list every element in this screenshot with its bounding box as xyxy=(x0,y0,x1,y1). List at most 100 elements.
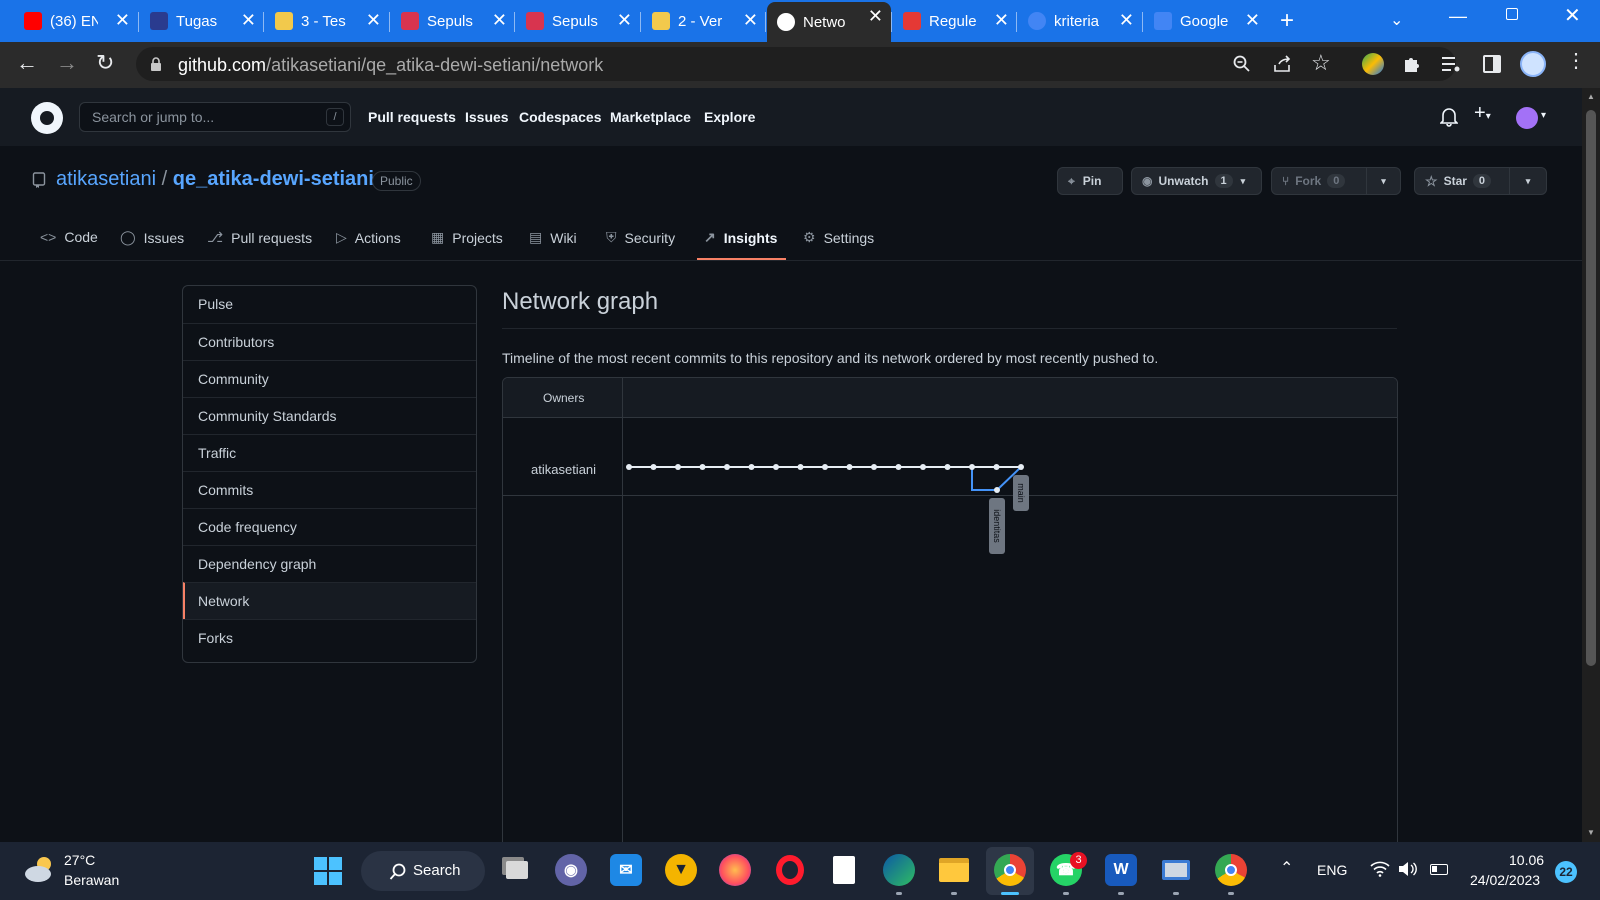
browser-tab[interactable]: kriteria ✕ xyxy=(1018,6,1142,36)
tab-settings[interactable]: ⚙ Settings xyxy=(803,229,874,246)
avatar-dropdown-caret-icon[interactable]: ▾ xyxy=(1541,110,1546,121)
github-logo-icon[interactable] xyxy=(31,102,63,134)
extension-icon[interactable] xyxy=(1362,53,1384,75)
commit-dot[interactable] xyxy=(1018,464,1024,470)
scroll-down-arrow-icon[interactable]: ▼ xyxy=(1587,828,1595,837)
tab-wiki[interactable]: ▤ Wiki xyxy=(529,229,577,246)
sidebar-item-network[interactable]: Network xyxy=(183,582,476,619)
bookmark-star-icon[interactable]: ☆ xyxy=(1311,50,1331,76)
word-icon[interactable]: W xyxy=(1105,854,1137,886)
weather-description[interactable]: Berawan xyxy=(64,872,119,888)
sidebar-item-forks[interactable]: Forks xyxy=(183,619,476,656)
close-tab-icon[interactable]: ✕ xyxy=(492,11,507,29)
vpn-shield-icon[interactable]: ▼ xyxy=(665,854,697,886)
tab-security[interactable]: ⛨ Security xyxy=(606,229,675,246)
commit-dot[interactable] xyxy=(748,464,755,470)
extensions-puzzle-icon[interactable] xyxy=(1402,54,1422,74)
create-new-plus-icon[interactable]: +▾ xyxy=(1474,103,1491,127)
close-tab-icon[interactable]: ✕ xyxy=(743,11,758,29)
sidebar-item-traffic[interactable]: Traffic xyxy=(183,434,476,471)
star-dropdown-button[interactable]: ▾ xyxy=(1509,167,1547,195)
sidebar-item-commits[interactable]: Commits xyxy=(183,471,476,508)
commit-dot[interactable] xyxy=(650,464,657,470)
windows-start-icon[interactable] xyxy=(313,856,343,886)
browser-tab[interactable]: Sepuls ✕ xyxy=(391,6,515,36)
sidebar-item-dependency-graph[interactable]: Dependency graph xyxy=(183,545,476,582)
profile-avatar[interactable] xyxy=(1520,51,1546,77)
weather-temperature[interactable]: 27°C xyxy=(64,852,95,868)
tab-issues[interactable]: ◯ Issues xyxy=(120,229,184,246)
back-arrow-icon[interactable]: ← xyxy=(16,52,38,74)
commit-dot[interactable] xyxy=(699,464,706,470)
commit-dot[interactable] xyxy=(773,464,779,470)
sidebar-item-community[interactable]: Community xyxy=(183,360,476,397)
sidebar-item-contributors[interactable]: Contributors xyxy=(183,323,476,360)
side-panel-icon[interactable] xyxy=(1483,55,1501,73)
unwatch-button[interactable]: ◉ Unwatch 1 ▾ xyxy=(1131,167,1262,195)
browser-tab[interactable]: Netwo ✕ xyxy=(767,2,891,42)
star-button[interactable]: ☆ Star 0 xyxy=(1414,167,1510,195)
user-avatar[interactable] xyxy=(1516,107,1538,129)
close-tab-icon[interactable]: ✕ xyxy=(1245,11,1260,29)
browser-tab[interactable]: Google ✕ xyxy=(1144,6,1268,36)
tab-pull-requests[interactable]: ⎇ Pull requests xyxy=(207,229,312,246)
browser-tab[interactable]: 3 - Tes ✕ xyxy=(265,6,389,36)
commit-dot[interactable] xyxy=(846,464,853,470)
nav-explore[interactable]: Explore xyxy=(704,109,755,125)
chrome-profile-icon[interactable] xyxy=(1215,854,1247,886)
browser-tab[interactable]: (36) EN ✕ xyxy=(14,6,138,36)
firefox-icon[interactable] xyxy=(719,854,751,886)
commit-dot[interactable] xyxy=(626,464,632,470)
repo-owner-link[interactable]: atikasetiani xyxy=(56,168,156,190)
sidebar-item-code-frequency[interactable]: Code frequency xyxy=(183,508,476,545)
close-tab-icon[interactable]: ✕ xyxy=(366,11,381,29)
mail-icon[interactable]: ✉ xyxy=(610,854,642,886)
commit-dot[interactable] xyxy=(920,464,926,470)
tab-actions[interactable]: ▷ Actions xyxy=(336,229,401,246)
close-tab-icon[interactable]: ✕ xyxy=(241,11,256,29)
close-tab-icon[interactable]: ✕ xyxy=(1119,11,1134,29)
sidebar-item-community-standards[interactable]: Community Standards xyxy=(183,397,476,434)
volume-icon[interactable] xyxy=(1397,861,1417,877)
chrome-icon[interactable] xyxy=(994,854,1026,886)
share-icon[interactable] xyxy=(1273,55,1293,73)
file-explorer-icon[interactable] xyxy=(938,854,970,886)
clock-time[interactable]: 10.06 xyxy=(1509,852,1544,868)
nav-pull-requests[interactable]: Pull requests xyxy=(368,109,456,125)
tab-code[interactable]: <> Code xyxy=(40,229,98,245)
reading-list-icon[interactable] xyxy=(1441,55,1461,73)
commit-dot[interactable] xyxy=(993,464,1000,470)
reload-icon[interactable]: ↻ xyxy=(96,52,114,74)
input-language[interactable]: ENG xyxy=(1317,862,1347,878)
nav-marketplace[interactable]: Marketplace xyxy=(610,109,691,125)
close-tab-icon[interactable]: ✕ xyxy=(994,11,1009,29)
restore-window-button[interactable] xyxy=(1506,8,1518,20)
fork-button[interactable]: ⑂ Fork 0 xyxy=(1271,167,1367,195)
nav-codespaces[interactable]: Codespaces xyxy=(519,109,601,125)
browser-menu-icon[interactable]: ⋮ xyxy=(1566,51,1586,71)
file-icon[interactable] xyxy=(828,854,860,886)
pin-button[interactable]: ⌖ Pin xyxy=(1057,167,1123,195)
close-window-button[interactable]: ✕ xyxy=(1564,6,1581,26)
tab-insights[interactable]: ↗ Insights xyxy=(704,229,777,246)
sidebar-item-pulse[interactable]: Pulse xyxy=(183,286,476,323)
browser-tab[interactable]: Regule ✕ xyxy=(893,6,1017,36)
commit-dot[interactable] xyxy=(944,464,951,470)
zoom-icon[interactable] xyxy=(1233,55,1251,73)
edge-icon[interactable] xyxy=(883,854,915,886)
fork-dropdown-button[interactable]: ▾ xyxy=(1366,167,1401,195)
new-tab-button[interactable]: + xyxy=(1280,9,1294,33)
battery-icon[interactable] xyxy=(1430,864,1448,875)
forward-arrow-icon[interactable]: → xyxy=(56,52,78,74)
close-tab-icon[interactable]: ✕ xyxy=(617,11,632,29)
commit-dot[interactable] xyxy=(895,464,902,470)
tab-projects[interactable]: ▦ Projects xyxy=(431,229,503,246)
commit-dot[interactable] xyxy=(994,487,1000,493)
commit-dot[interactable] xyxy=(724,464,730,470)
repo-name-link[interactable]: qe_atika-dewi-setiani xyxy=(173,168,374,190)
commit-dot[interactable] xyxy=(871,464,877,470)
minimize-window-button[interactable]: — xyxy=(1449,6,1467,27)
search-input[interactable]: Search or jump to... / xyxy=(79,102,351,132)
scroll-up-arrow-icon[interactable]: ▲ xyxy=(1587,92,1595,101)
close-tab-icon[interactable]: ✕ xyxy=(868,7,883,25)
